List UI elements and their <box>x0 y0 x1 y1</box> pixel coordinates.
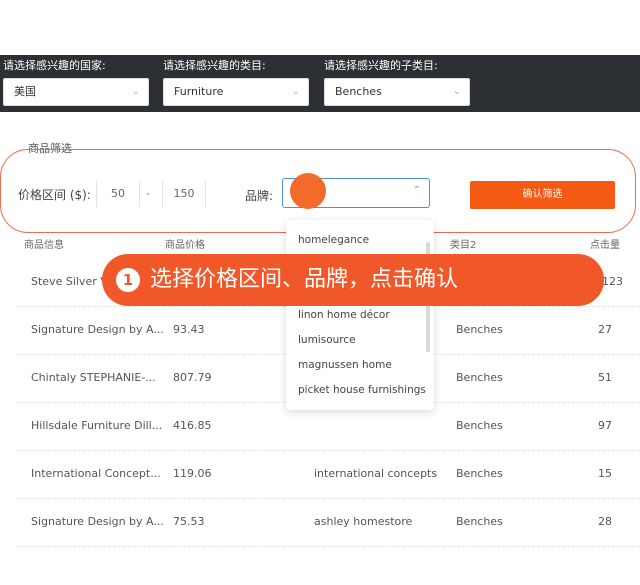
product-price: 119.06 <box>173 467 212 480</box>
product-name: Signature Design by A... <box>31 515 164 528</box>
product-category: Benches <box>456 467 503 480</box>
dropdown-option[interactable]: picket house furnishings <box>298 384 426 396</box>
category-value: Furniture <box>174 85 224 98</box>
header-price: 商品价格 <box>165 240 205 251</box>
header-product: 商品信息 <box>24 240 64 251</box>
product-category: Benches <box>456 323 503 336</box>
dropdown-option[interactable]: lumisource <box>298 334 356 346</box>
product-price: 807.79 <box>173 371 212 384</box>
price-separator: - <box>146 187 150 200</box>
click-count: 28 <box>598 515 612 528</box>
click-indicator <box>290 173 326 209</box>
country-select-group: 请选择感兴趣的国家: 美国 ⌄ <box>3 57 149 106</box>
product-price: 75.53 <box>173 515 205 528</box>
dropdown-option[interactable]: homelegance <box>298 234 369 246</box>
category-label: 请选择感兴趣的类目: <box>163 59 266 72</box>
price-range-label: 价格区间 ($): <box>18 188 91 202</box>
subcategory-value: Benches <box>335 85 382 98</box>
country-select[interactable]: 美国 ⌄ <box>3 78 149 106</box>
product-name: Hillsdale Furniture Dill... <box>31 419 163 432</box>
click-count: 51 <box>598 371 612 384</box>
table-row[interactable]: International Concept... 119.06 internat… <box>18 451 640 499</box>
table-row[interactable]: Signature Design by A... 75.53 ashley ho… <box>18 499 640 547</box>
country-value: 美国 <box>14 85 36 98</box>
subcategory-label: 请选择感兴趣的子类目: <box>324 59 438 72</box>
dropdown-option[interactable]: linon home décor <box>298 309 390 321</box>
product-name: Signature Design by A... <box>31 323 164 336</box>
brand-dropdown: homelegance linon home décor lumisource … <box>286 220 434 410</box>
click-count: 97 <box>598 419 612 432</box>
chevron-down-icon: ⌄ <box>452 86 461 97</box>
chevron-up-icon: ⌃ <box>412 185 421 196</box>
dropdown-option[interactable]: magnussen home <box>298 359 392 371</box>
chevron-down-icon: ⌄ <box>131 86 140 97</box>
click-count: 27 <box>598 323 612 336</box>
tutorial-banner: 1 选择价格区间、品牌，点击确认 <box>102 254 604 306</box>
step-number-badge: 1 <box>116 268 140 292</box>
brand-label: 品牌: <box>245 189 274 203</box>
subcategory-select-group: 请选择感兴趣的子类目: Benches ⌄ <box>324 57 470 106</box>
product-name: International Concept... <box>31 467 161 480</box>
click-count: 15 <box>598 467 612 480</box>
product-brand: ashley homestore <box>314 515 413 528</box>
header-clicks: 点击量 <box>590 240 620 251</box>
product-category: Benches <box>456 419 503 432</box>
table-row[interactable]: Hillsdale Furniture Dill... 416.85 Bench… <box>18 403 640 451</box>
category-select[interactable]: Furniture ⌄ <box>163 78 309 106</box>
product-category: Benches <box>456 515 503 528</box>
tutorial-text: 选择价格区间、品牌，点击确认 <box>150 267 459 292</box>
product-name: Chintaly STEPHANIE-... <box>31 371 156 384</box>
header-category: 类目2 <box>450 240 477 251</box>
price-min-input[interactable]: 50 <box>96 181 140 207</box>
subcategory-select[interactable]: Benches ⌄ <box>324 78 470 106</box>
category-select-group: 请选择感兴趣的类目: Furniture ⌄ <box>163 57 309 106</box>
price-max-input[interactable]: 150 <box>162 181 206 207</box>
click-count: 123 <box>602 275 623 288</box>
product-category: Benches <box>456 371 503 384</box>
product-price: 93.43 <box>173 323 205 336</box>
product-brand: international concepts <box>314 467 438 480</box>
product-price: 416.85 <box>173 419 212 432</box>
confirm-filter-button[interactable]: 确认筛选 <box>470 181 615 209</box>
country-label: 请选择感兴趣的国家: <box>3 59 106 72</box>
chevron-down-icon: ⌄ <box>291 86 300 97</box>
